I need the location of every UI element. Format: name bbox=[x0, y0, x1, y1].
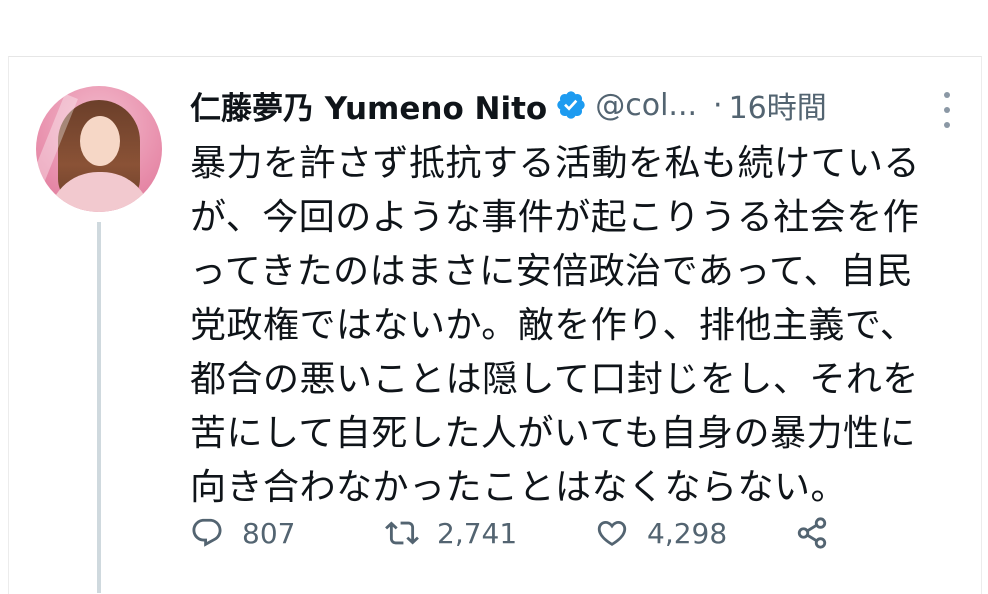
avatar-face bbox=[80, 116, 120, 166]
verified-badge-icon bbox=[557, 91, 585, 119]
display-name[interactable]: 仁藤夢乃 Yumeno Nito bbox=[190, 83, 547, 128]
separator-dot: · bbox=[713, 87, 723, 123]
tweet-text-line: 都合の悪いことは隠して口封じをし、それを bbox=[190, 359, 919, 400]
reply-icon bbox=[192, 518, 222, 547]
tweet-text-line: が、今回のような事件が起こりうる社会を作 bbox=[190, 197, 920, 238]
tweet-text-line: 向き合わなかったことはなくならない。 bbox=[190, 467, 848, 508]
like-button[interactable]: 4,298 bbox=[595, 512, 727, 554]
more-dot bbox=[944, 107, 950, 113]
avatar[interactable] bbox=[36, 86, 162, 212]
heart-icon bbox=[597, 520, 627, 546]
tweet-text: 暴力を許さず抵抗する活動を私も続けている が、今回のような事件が起こりうる社会を… bbox=[190, 137, 960, 515]
tweet-header: 仁藤夢乃 Yumeno Nito @col... · 16時間 bbox=[190, 83, 827, 128]
thread-line bbox=[97, 222, 101, 593]
reply-button[interactable]: 807 bbox=[190, 512, 295, 554]
retweet-count: 2,741 bbox=[437, 516, 518, 550]
share-icon bbox=[797, 517, 827, 549]
tweet-text-line: 苦にして自死した人がいても自身の暴力性に bbox=[190, 413, 917, 454]
tweet-text-line: 党政権ではないか。敵を作り、排他主義で、 bbox=[190, 305, 917, 346]
reply-count: 807 bbox=[242, 516, 296, 550]
tweet-text-line: 暴力を許さず抵抗する活動を私も続けている bbox=[190, 143, 921, 184]
more-vertical-icon[interactable] bbox=[937, 92, 957, 128]
tweet-text-line: ってきたのはまさに安倍政治であって、自民 bbox=[190, 251, 914, 292]
timestamp[interactable]: 16時間 bbox=[729, 83, 827, 127]
more-dot bbox=[944, 122, 950, 128]
retweet-button[interactable]: 2,741 bbox=[385, 512, 517, 554]
share-button[interactable] bbox=[795, 512, 829, 554]
tweet-actions: 807 2,741 4,298 bbox=[190, 512, 870, 554]
more-dot bbox=[944, 92, 950, 98]
user-handle[interactable]: @col... bbox=[595, 88, 697, 123]
retweet-icon bbox=[385, 521, 419, 545]
like-count: 4,298 bbox=[647, 516, 728, 550]
